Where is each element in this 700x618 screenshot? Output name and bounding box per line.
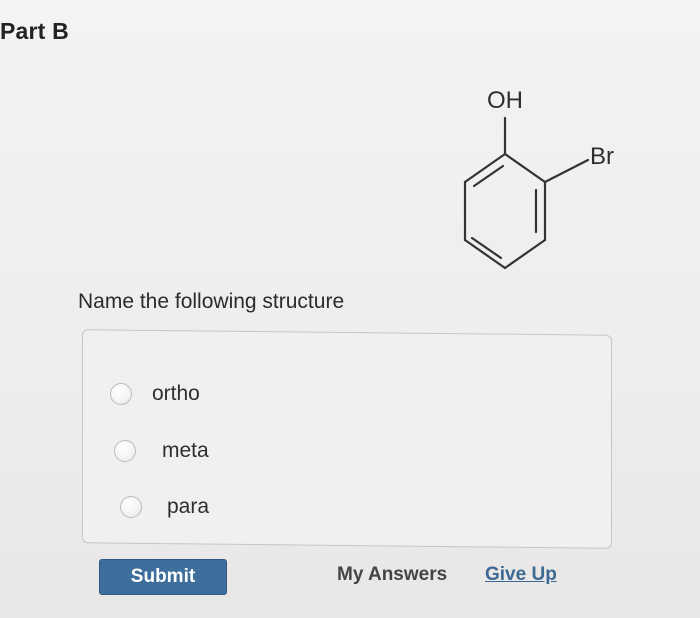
choice-label-para: para [167, 495, 210, 518]
ring-bond-4 [463, 238, 507, 270]
question-prompt: Name the following structure [78, 290, 345, 313]
submit-button[interactable]: Submit [99, 559, 227, 595]
ring-bond-1 [503, 152, 547, 184]
br-label: Br [590, 143, 614, 170]
choice-label-ortho: ortho [152, 382, 200, 405]
choice-para[interactable]: para [120, 495, 209, 519]
choice-label-meta: meta [162, 439, 209, 462]
double-bond-inner-3 [472, 164, 505, 188]
give-up-link[interactable]: Give Up [485, 564, 557, 586]
radio-button-meta[interactable] [114, 440, 136, 462]
choice-ortho[interactable]: ortho [110, 382, 200, 406]
ring-bond-3 [503, 238, 547, 270]
choice-meta[interactable]: meta [114, 439, 209, 463]
oh-label: OH [487, 87, 523, 114]
br-bond [543, 158, 590, 184]
radio-button-ortho[interactable] [110, 383, 132, 405]
part-title: Part B [0, 18, 69, 44]
radio-button-para[interactable] [120, 496, 142, 518]
chemical-structure: OH Br [463, 87, 614, 270]
my-answers-link[interactable]: My Answers [337, 564, 447, 586]
